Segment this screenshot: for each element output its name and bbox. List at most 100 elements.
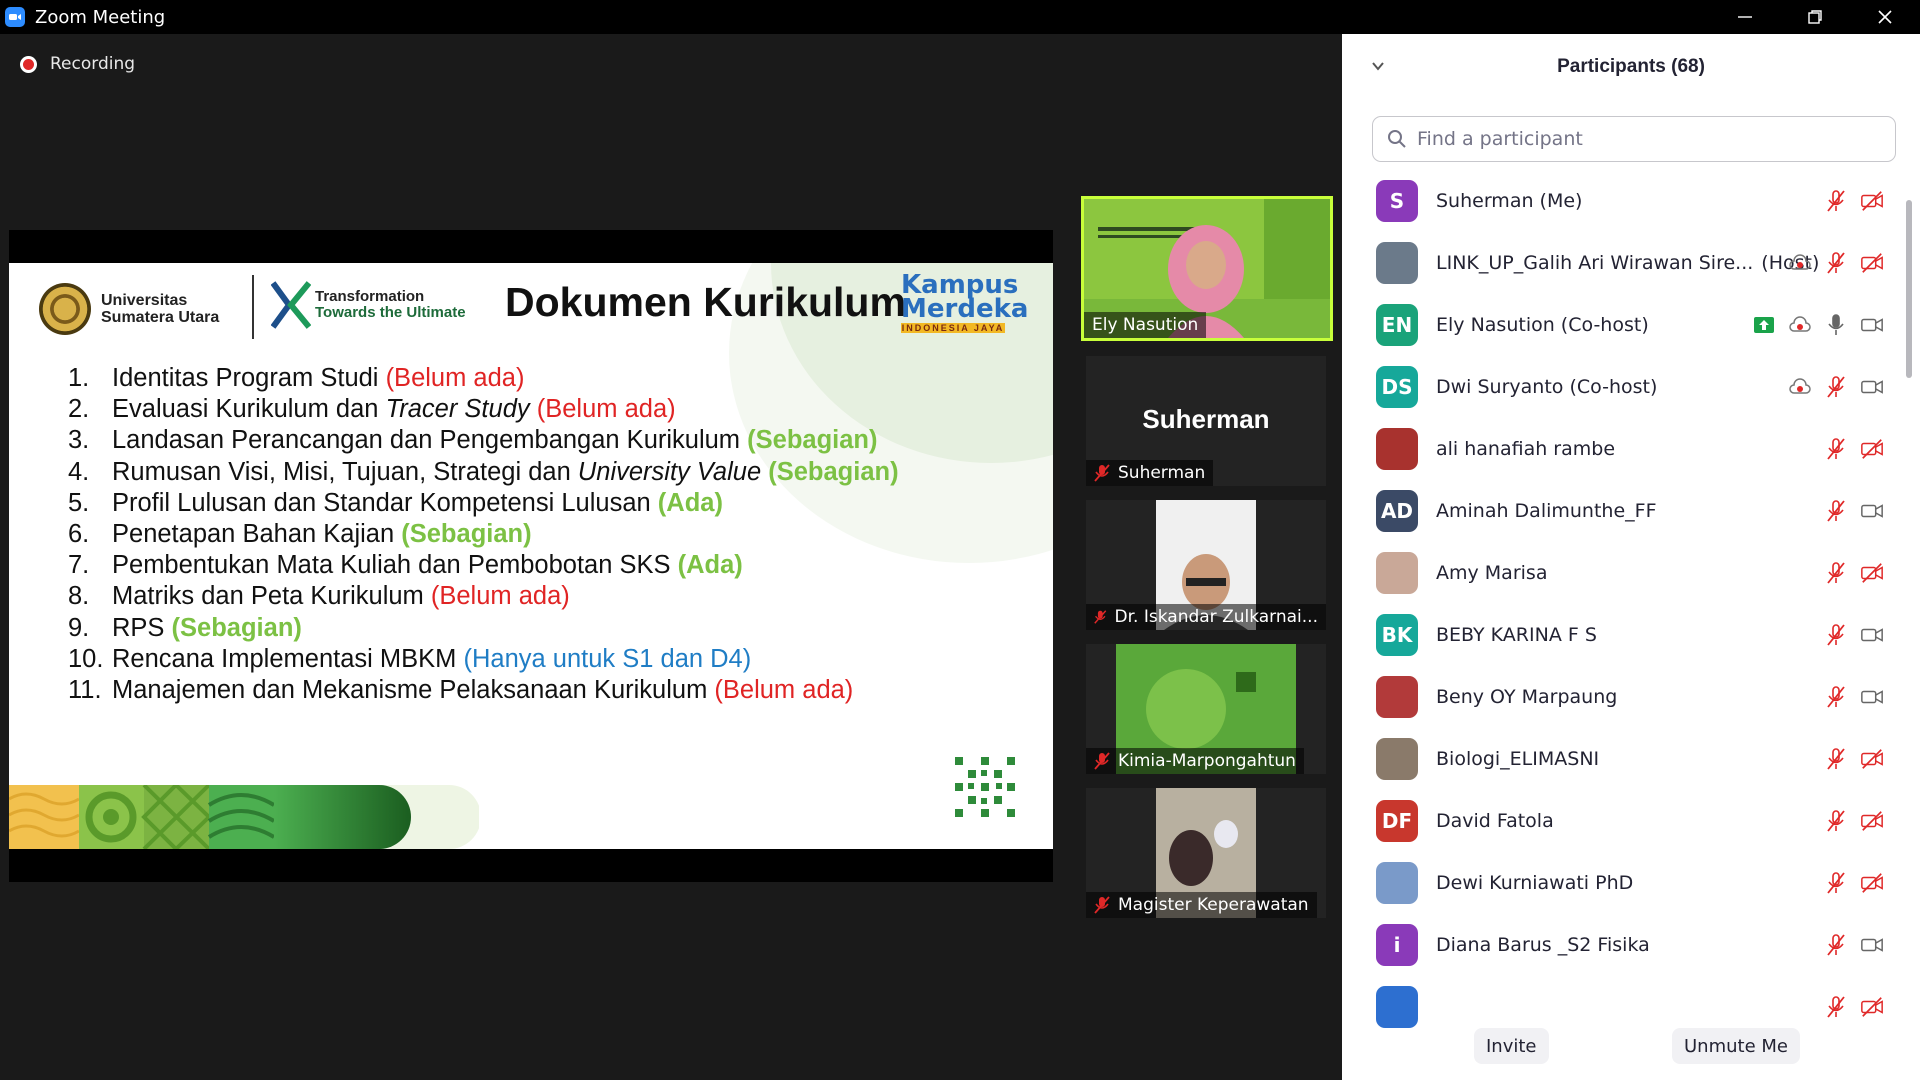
mic-muted-icon[interactable] — [1824, 933, 1848, 957]
tagline-line2: Towards the Ultimate — [315, 304, 466, 321]
participant-list-scrollbar[interactable] — [1906, 200, 1912, 378]
video-icon[interactable] — [1860, 623, 1884, 647]
chevron-down-icon[interactable] — [1370, 58, 1386, 74]
video-off-icon[interactable] — [1860, 809, 1884, 833]
participant-name: Magister Keperawatan — [1118, 895, 1309, 915]
item-text: Profil Lulusan dan Standar Kompetensi Lu… — [112, 488, 658, 517]
mic-muted-icon[interactable] — [1824, 747, 1848, 771]
video-off-icon[interactable] — [1860, 871, 1884, 895]
item-text: Rumusan Visi, Misi, Tujuan, Strategi dan — [112, 457, 578, 486]
video-icon[interactable] — [1860, 933, 1884, 957]
item-number: 11. — [68, 676, 102, 705]
participant-name: LINK_UP_Galih Ari Wirawan Sire... — [1436, 252, 1754, 274]
participant-name: Amy Marisa — [1436, 562, 1548, 584]
video-off-icon[interactable] — [1860, 561, 1884, 585]
mic-muted-icon[interactable] — [1824, 375, 1848, 399]
mic-muted-icon[interactable] — [1824, 871, 1848, 895]
item-text: Matriks dan Peta Kurikulum — [112, 582, 431, 611]
document-list-item: 6. Penetapan Bahan Kajian (Sebagian) — [68, 519, 899, 550]
tile-label: Suherman — [1086, 460, 1214, 486]
transformation-tagline: Transformation Towards the Ultimate — [315, 289, 466, 321]
participant-status-icons — [1788, 251, 1884, 275]
participant-row[interactable]: Dewi Kurniawati PhD — [1342, 852, 1902, 914]
item-number: 2. — [68, 395, 90, 424]
invite-button[interactable]: Invite — [1474, 1028, 1549, 1064]
item-status: (Hanya untuk S1 dan D4) — [463, 644, 752, 673]
tile-label: Dr. Iskandar Zulkarnai... — [1086, 604, 1326, 630]
participant-row[interactable]: Amy Marisa — [1342, 542, 1902, 604]
cloud-recording-icon — [1789, 378, 1811, 394]
video-off-icon[interactable] — [1860, 251, 1884, 275]
search-input[interactable] — [1417, 128, 1887, 150]
video-off-icon[interactable] — [1860, 189, 1884, 213]
mic-muted-icon[interactable] — [1824, 437, 1848, 461]
participant-row[interactable]: i Diana Barus _S2 Fisika — [1342, 914, 1902, 976]
participant-row[interactable]: DF David Fatola — [1342, 790, 1902, 852]
video-tile-ely-nasution[interactable]: Ely Nasution — [1081, 196, 1333, 341]
participant-row[interactable]: ali hanafiah rambe — [1342, 418, 1902, 480]
mic-muted-icon[interactable] — [1824, 499, 1848, 523]
close-button[interactable] — [1850, 0, 1920, 34]
participant-row[interactable]: Biologi_ELIMASNI — [1342, 728, 1902, 790]
participant-row[interactable]: Beny OY Marpaung — [1342, 666, 1902, 728]
mic-muted-icon — [1094, 464, 1110, 482]
usu-name-line1: Universitas — [101, 292, 188, 309]
participant-row[interactable]: BK BEBY KARINA F S — [1342, 604, 1902, 666]
participant-row[interactable]: DS Dwi Suryanto (Co-host) — [1342, 356, 1902, 418]
shared-screen[interactable]: Universitas Sumatera Utara Transformatio… — [9, 230, 1053, 882]
item-text: Identitas Program Studi — [112, 364, 386, 392]
video-icon[interactable] — [1860, 499, 1884, 523]
item-status: (Belum ada) — [430, 582, 570, 611]
mic-muted-icon[interactable] — [1824, 995, 1848, 1019]
item-spacer — [530, 395, 537, 423]
participant-row[interactable]: S Suherman (Me) — [1342, 170, 1902, 232]
window-title: Zoom Meeting — [35, 6, 166, 28]
mic-muted-icon[interactable] — [1824, 189, 1848, 213]
avatar — [1376, 676, 1418, 718]
participant-row[interactable]: EN Ely Nasution (Co-host) — [1342, 294, 1902, 356]
kampus-merdeka-logo: Kampus Merdeka INDONESIA JAYA — [901, 272, 1028, 333]
unmute-me-button[interactable]: Unmute Me — [1672, 1028, 1800, 1064]
participant-name: Biologi_ELIMASNI — [1436, 748, 1600, 770]
recording-indicator[interactable]: Recording — [20, 54, 135, 74]
mic-muted-icon[interactable] — [1824, 561, 1848, 585]
video-icon[interactable] — [1860, 313, 1884, 337]
participant-row[interactable]: LINK_UP_Galih Ari Wirawan Sire... (Host) — [1342, 232, 1902, 294]
mic-muted-icon[interactable] — [1824, 809, 1848, 833]
item-italic-text: University Value — [577, 457, 762, 486]
participant-search[interactable] — [1372, 116, 1896, 162]
minimize-button[interactable] — [1710, 0, 1780, 34]
participant-name: Ely Nasution — [1092, 315, 1199, 335]
avatar — [1376, 552, 1418, 594]
participant-row[interactable]: AD Aminah Dalimunthe_FF — [1342, 480, 1902, 542]
restore-button[interactable] — [1780, 0, 1850, 34]
avatar — [1376, 862, 1418, 904]
participant-name: David Fatola — [1436, 810, 1554, 832]
video-tile-suherman[interactable]: Suherman Suherman — [1086, 356, 1326, 486]
video-off-icon[interactable] — [1860, 747, 1884, 771]
video-off-icon[interactable] — [1860, 995, 1884, 1019]
mic-icon[interactable] — [1824, 313, 1848, 337]
video-icon[interactable] — [1860, 375, 1884, 399]
presentation-slide: Universitas Sumatera Utara Transformatio… — [9, 263, 1053, 849]
mic-muted-icon[interactable] — [1824, 251, 1848, 275]
video-tile-iskandar[interactable]: Dr. Iskandar Zulkarnai... — [1086, 500, 1326, 630]
mic-muted-icon[interactable] — [1824, 623, 1848, 647]
item-number: 4. — [68, 457, 90, 486]
participant-name: Suherman (Me) — [1436, 190, 1583, 212]
tagline-line1: Transformation — [315, 288, 425, 305]
mic-muted-icon[interactable] — [1824, 685, 1848, 709]
video-tile-kimia[interactable]: Kimia-Marpongahtun — [1086, 644, 1326, 774]
participant-status-icons — [1824, 933, 1884, 957]
avatar — [1376, 428, 1418, 470]
tile-label: Kimia-Marpongahtun — [1086, 748, 1304, 774]
participant-name-cell: LINK_UP_Galih Ari Wirawan Sire... (Host) — [1436, 252, 1819, 274]
participant-list[interactable]: S Suherman (Me) LINK_UP_Galih Ari Wirawan … — [1342, 170, 1902, 1032]
video-tile-magister[interactable]: Magister Keperawatan — [1086, 788, 1326, 918]
avatar: EN — [1376, 304, 1418, 346]
km-line3: INDONESIA JAYA — [901, 323, 1005, 333]
item-status: (Sebagian) — [171, 613, 302, 642]
video-icon[interactable] — [1860, 685, 1884, 709]
item-number: 8. — [68, 582, 90, 611]
video-off-icon[interactable] — [1860, 437, 1884, 461]
